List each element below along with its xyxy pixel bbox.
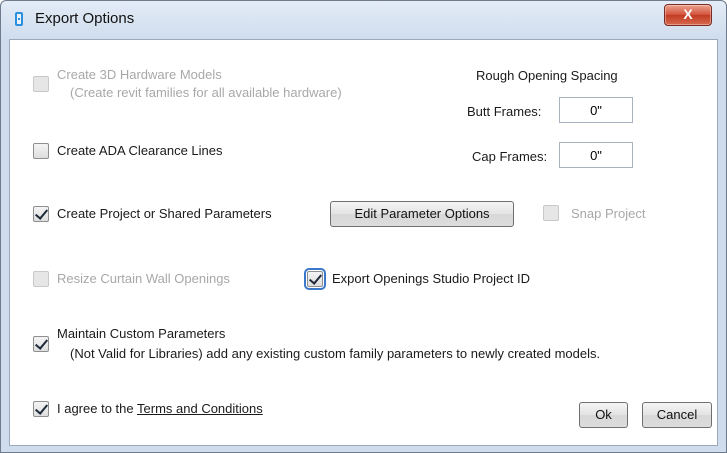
cap-frames-input[interactable] bbox=[559, 142, 633, 168]
create-3d-hardware-checkbox[interactable] bbox=[33, 76, 49, 92]
export-options-dialog: Export Options X Create 3D Hardware Mode… bbox=[0, 0, 727, 453]
agree-terms-label: I agree to the Terms and Conditions bbox=[57, 401, 263, 416]
app-icon bbox=[15, 12, 23, 26]
create-3d-hardware-sublabel: (Create revit families for all available… bbox=[70, 85, 342, 100]
agree-terms-checkbox[interactable] bbox=[33, 401, 49, 417]
maintain-custom-parameters-sublabel: (Not Valid for Libraries) add any existi… bbox=[70, 346, 601, 361]
dialog-body: Create 3D Hardware Models (Create revit … bbox=[9, 39, 718, 446]
ada-clearance-checkbox[interactable] bbox=[33, 143, 49, 159]
butt-frames-input[interactable] bbox=[559, 97, 633, 123]
resize-curtain-wall-checkbox[interactable] bbox=[33, 271, 49, 287]
terms-and-conditions-link[interactable]: Terms and Conditions bbox=[137, 401, 263, 416]
project-parameters-label: Create Project or Shared Parameters bbox=[57, 206, 272, 221]
project-parameters-checkbox[interactable] bbox=[33, 206, 49, 222]
create-3d-hardware-label: Create 3D Hardware Models bbox=[57, 67, 222, 82]
resize-curtain-wall-label: Resize Curtain Wall Openings bbox=[57, 271, 230, 286]
rough-opening-spacing-heading: Rough Opening Spacing bbox=[476, 68, 618, 83]
snap-project-checkbox[interactable] bbox=[543, 205, 559, 221]
edit-parameter-options-button[interactable]: Edit Parameter Options bbox=[330, 201, 514, 227]
agree-terms-text: I agree to the bbox=[57, 401, 134, 416]
snap-project-label: Snap Project bbox=[571, 206, 646, 221]
export-project-id-checkbox[interactable] bbox=[304, 268, 326, 290]
dialog-title: Export Options bbox=[35, 10, 135, 27]
export-project-id-label: Export Openings Studio Project ID bbox=[332, 271, 530, 286]
ada-clearance-label: Create ADA Clearance Lines bbox=[57, 143, 223, 158]
cap-frames-label: Cap Frames: bbox=[472, 149, 548, 164]
close-button[interactable]: X bbox=[664, 4, 712, 26]
butt-frames-label: Butt Frames: bbox=[467, 104, 542, 119]
ok-button[interactable]: Ok bbox=[579, 402, 628, 428]
maintain-custom-parameters-checkbox[interactable] bbox=[33, 336, 49, 352]
maintain-custom-parameters-label: Maintain Custom Parameters bbox=[57, 326, 226, 341]
title-bar[interactable]: Export Options X bbox=[1, 1, 726, 39]
cancel-button[interactable]: Cancel bbox=[642, 402, 712, 428]
